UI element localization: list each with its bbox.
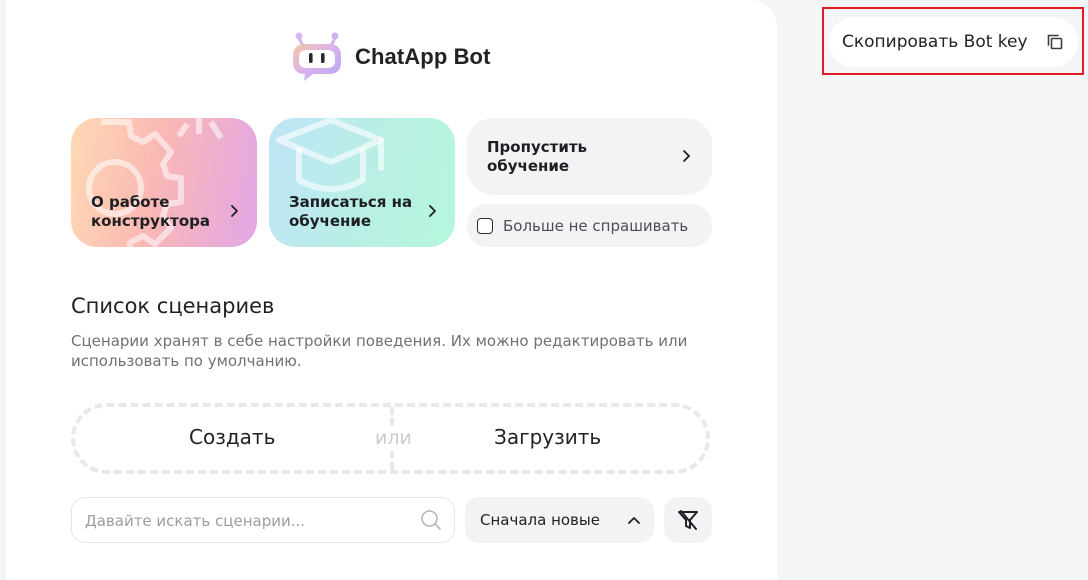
chevron-right-icon (231, 205, 238, 217)
chat-bot-logo-icon (289, 30, 347, 84)
scenarios-description: Сценарии хранят в себе настройки поведен… (71, 332, 688, 370)
scenario-search-input[interactable]: Давайте искать сценарии... (71, 497, 455, 543)
or-separator: или (371, 427, 416, 449)
about-builder-card[interactable]: О работе конструктора (71, 118, 257, 247)
scenarios-title: Список сценариев (71, 294, 275, 318)
chevron-right-icon (429, 205, 436, 217)
highlight-box (822, 7, 1084, 75)
create-upload-dropzone: Создать или Загрузить (71, 403, 710, 474)
skip-training-label: Пропустить обучение (487, 138, 588, 175)
dont-ask-again-checkbox[interactable] (477, 217, 493, 234)
upload-scenario-button[interactable]: Загрузить (494, 425, 601, 449)
enroll-training-card[interactable]: Записаться на обучение (269, 118, 455, 247)
sort-select[interactable]: Сначала новые (465, 497, 654, 543)
filter-button[interactable] (664, 497, 712, 543)
dont-ask-again-label: Больше не спрашивать (503, 216, 689, 235)
chevron-right-icon (683, 150, 690, 162)
skip-training-button[interactable]: Пропустить обучение (467, 118, 712, 195)
brand-header: ChatApp Bot (289, 30, 491, 84)
enroll-training-label: Записаться на обучение (289, 193, 413, 230)
search-icon[interactable] (420, 509, 442, 531)
main-panel: ChatApp Bot (6, 0, 777, 580)
chevron-up-icon (628, 517, 640, 524)
about-builder-label: О работе конструктора (91, 193, 210, 230)
brand-name: ChatApp Bot (355, 44, 491, 69)
filter-icon (678, 510, 698, 530)
search-placeholder: Давайте искать сценарии... (85, 512, 306, 530)
dont-ask-again-toggle[interactable]: Больше не спрашивать (467, 204, 712, 247)
sort-selected-label: Сначала новые (480, 511, 600, 529)
create-scenario-button[interactable]: Создать (189, 425, 275, 449)
